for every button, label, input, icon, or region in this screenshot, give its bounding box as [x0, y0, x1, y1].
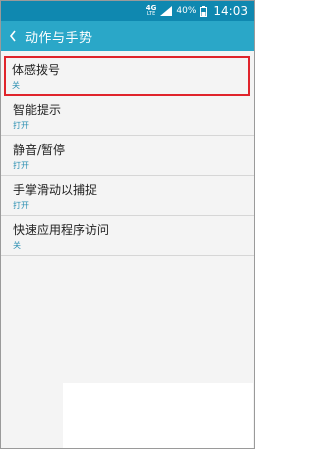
- setting-label: 静音/暂停: [13, 143, 66, 157]
- signal-icon: [160, 6, 173, 16]
- action-bar: 动作与手势: [1, 21, 254, 51]
- settings-list: 体感拨号 关 智能提示 打开 静音/暂停 打开 手掌滑动以捕捉 打开 快速应用程…: [1, 52, 254, 256]
- network-type: 4G LTE: [146, 5, 157, 17]
- phone-screen: 4G LTE 40% 14:03 动作与手势 体感拨号 关 智能提示 打开 静音…: [0, 0, 255, 449]
- setting-item-palm-swipe[interactable]: 手掌滑动以捕捉 打开: [1, 176, 254, 216]
- setting-item-smart-alert[interactable]: 智能提示 打开: [1, 96, 254, 136]
- setting-item-motion-dial[interactable]: 体感拨号 关: [4, 56, 250, 96]
- network-sub-label: LTE: [146, 11, 156, 17]
- back-button[interactable]: [1, 21, 25, 51]
- setting-item-mute-pause[interactable]: 静音/暂停 打开: [1, 136, 254, 176]
- page-title: 动作与手势: [25, 30, 93, 46]
- battery-icon: [200, 5, 208, 17]
- setting-label: 智能提示: [13, 103, 62, 117]
- blank-area: [63, 383, 253, 448]
- chevron-left-icon: [9, 30, 16, 42]
- setting-value: 打开: [13, 161, 29, 170]
- setting-label: 快速应用程序访问: [13, 223, 110, 237]
- setting-value: 打开: [13, 121, 29, 130]
- clock: 14:03: [213, 4, 248, 18]
- setting-value: 关: [12, 81, 20, 90]
- setting-label: 手掌滑动以捕捉: [13, 183, 98, 197]
- setting-value: 打开: [13, 201, 29, 210]
- status-indicators: 4G LTE 40% 14:03: [146, 4, 248, 18]
- battery-percent: 40%: [176, 6, 197, 16]
- setting-item-quick-app-access[interactable]: 快速应用程序访问 关: [1, 216, 254, 256]
- setting-value: 关: [13, 241, 21, 250]
- setting-label: 体感拨号: [12, 63, 61, 77]
- status-bar: 4G LTE 40% 14:03: [1, 1, 254, 21]
